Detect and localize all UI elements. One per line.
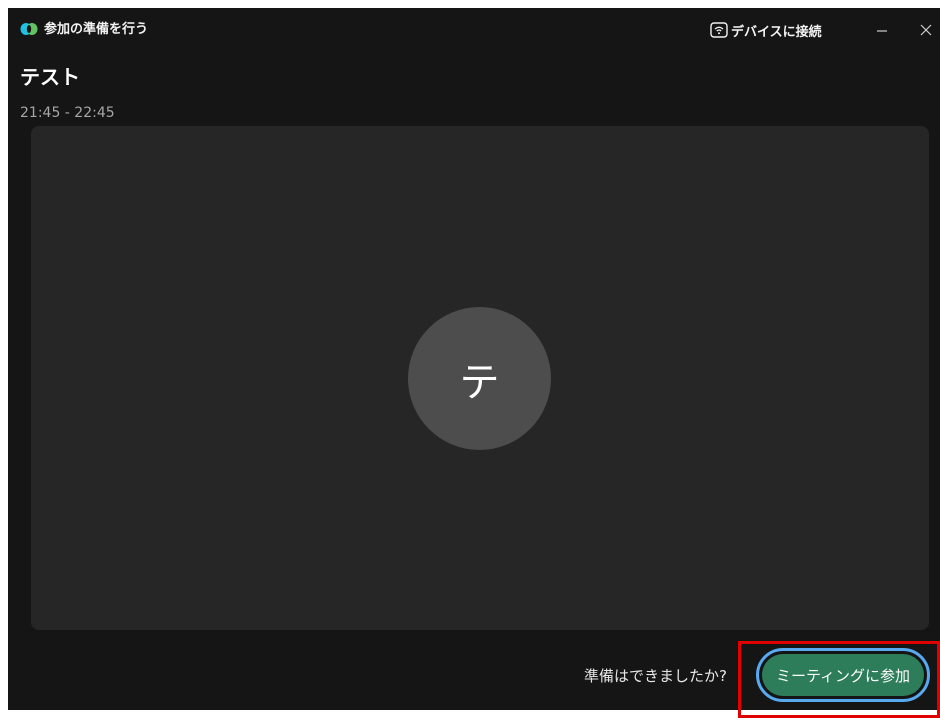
minimize-icon: [877, 30, 887, 32]
join-meeting-label: ミーティングに参加: [762, 654, 924, 696]
video-preview: テ: [31, 126, 929, 630]
webex-logo-icon: [20, 23, 38, 35]
ready-prompt: 準備はできましたか?: [584, 667, 727, 685]
avatar: テ: [408, 307, 551, 450]
close-icon: [920, 24, 932, 36]
connect-device-label: デバイスに接続: [731, 24, 822, 40]
meeting-time: 21:45 - 22:45: [20, 105, 115, 121]
close-button[interactable]: [912, 18, 940, 42]
title-bar: 参加の準備を行う デバイスに接続: [8, 8, 940, 52]
meeting-title: テスト: [20, 65, 80, 89]
cast-device-icon: [710, 22, 728, 38]
app-window: 参加の準備を行う デバイスに接続 テスト 21:45 - 22:45 テ 準備は…: [8, 8, 940, 710]
window-title: 参加の準備を行う: [44, 22, 149, 37]
join-meeting-button[interactable]: ミーティングに参加: [756, 648, 930, 702]
connect-device-button[interactable]: デバイスに接続: [710, 20, 822, 40]
minimize-button[interactable]: [868, 18, 896, 42]
